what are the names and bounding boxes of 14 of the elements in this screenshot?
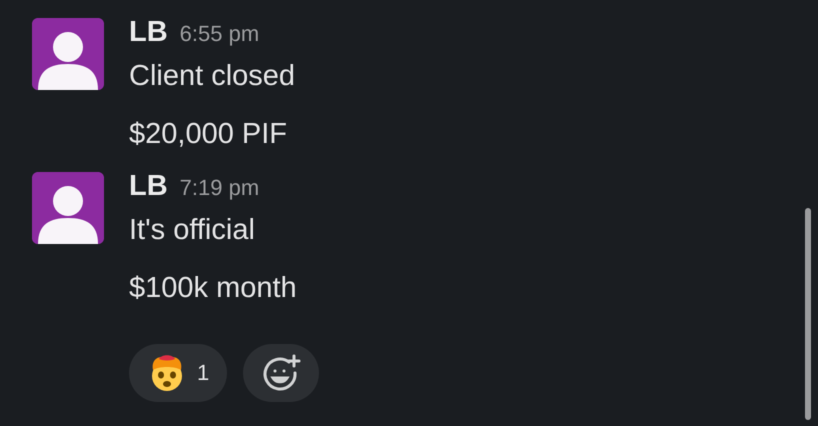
timestamp[interactable]: 6:55 pm xyxy=(180,21,260,47)
smiley-plus-icon xyxy=(261,353,302,393)
message-text: $20,000 PIF xyxy=(129,117,288,152)
timestamp[interactable]: 7:19 pm xyxy=(180,175,260,201)
message-text: $100k month xyxy=(129,271,298,306)
author-name[interactable]: LB xyxy=(129,170,168,203)
author-name[interactable]: LB xyxy=(129,16,168,49)
avatar-icon[interactable] xyxy=(32,172,104,244)
reaction-button[interactable]: 1 xyxy=(129,344,228,402)
scrollbar[interactable] xyxy=(805,208,811,420)
avatar-icon[interactable] xyxy=(32,18,104,90)
exploding-head-icon xyxy=(152,355,182,391)
message-text: Client closed xyxy=(129,59,296,94)
message-text: It's official xyxy=(129,213,256,248)
